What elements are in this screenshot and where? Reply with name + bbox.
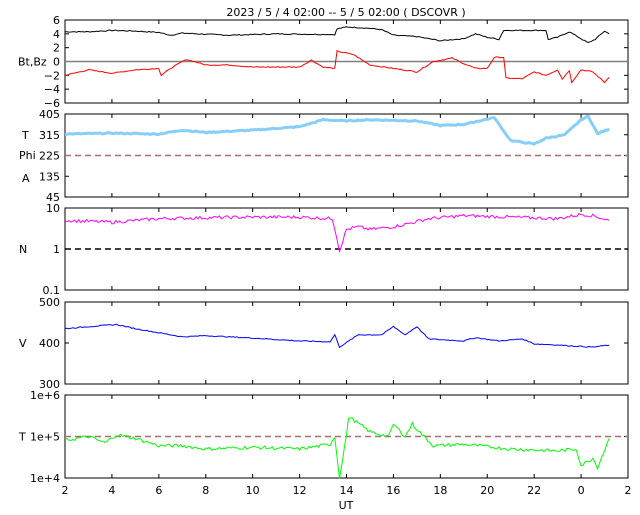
x-tick-label: 2 [62, 484, 69, 497]
x-tick-label: 2 [625, 484, 632, 497]
x-axis-label: UT [339, 499, 354, 512]
y-tick-label: 1 [53, 243, 60, 256]
x-tick-label: 20 [480, 484, 494, 497]
series-line-bz [64, 49, 610, 84]
solar-wind-chart: 2023 / 5 / 4 02:00 -- 5 / 5 02:00 ( DSCO… [0, 0, 640, 512]
chart-svg: 2023 / 5 / 4 02:00 -- 5 / 5 02:00 ( DSCO… [18, 6, 632, 512]
series-line-v [64, 323, 610, 349]
y-tick-label: 400 [39, 337, 60, 350]
series-line-phi [64, 114, 611, 146]
x-tick-label: 14 [340, 484, 354, 497]
x-tick-label: 4 [108, 484, 115, 497]
y-axis-label: Bt,Bz [18, 56, 47, 69]
y-axis-label: V [19, 337, 27, 350]
chart-title: 2023 / 5 / 4 02:00 -- 5 / 5 02:00 ( DSCO… [226, 6, 465, 19]
x-tick-label: 6 [155, 484, 162, 497]
y-axis-label: A [22, 172, 30, 185]
x-tick-label: 0 [578, 484, 585, 497]
panel-frame-speed [64, 301, 629, 385]
y-tick-label: 1e+4 [30, 472, 60, 485]
y-tick-label: 2 [53, 42, 60, 55]
series-line-n [64, 212, 610, 254]
x-tick-label: 16 [386, 484, 400, 497]
x-tick-label: 12 [293, 484, 307, 497]
y-axis-label: T [18, 431, 26, 444]
y-tick-label: 315 [39, 129, 60, 142]
x-tick-label: 18 [433, 484, 447, 497]
x-tick-label: 8 [202, 484, 209, 497]
y-tick-label: 135 [39, 170, 60, 183]
y-tick-label: −4 [44, 83, 60, 96]
y-tick-label: 225 [39, 150, 60, 163]
y-axis-label: Phi [19, 149, 36, 162]
y-tick-label: −2 [44, 69, 60, 82]
x-tick-label: 10 [246, 484, 260, 497]
y-axis-label: N [19, 243, 27, 256]
x-tick-label: 22 [527, 484, 541, 497]
series-line-t [64, 417, 610, 479]
y-tick-label: 6 [53, 14, 60, 27]
y-tick-label: 405 [39, 108, 60, 121]
y-tick-label: 500 [39, 296, 60, 309]
y-tick-label: 0 [53, 56, 60, 69]
y-tick-label: 1e+5 [30, 431, 60, 444]
series-line-bt [64, 26, 610, 44]
y-axis-label: T [21, 129, 29, 142]
y-tick-label: 10 [46, 202, 60, 215]
y-tick-label: 1e+6 [30, 389, 60, 402]
y-tick-label: 4 [53, 28, 60, 41]
